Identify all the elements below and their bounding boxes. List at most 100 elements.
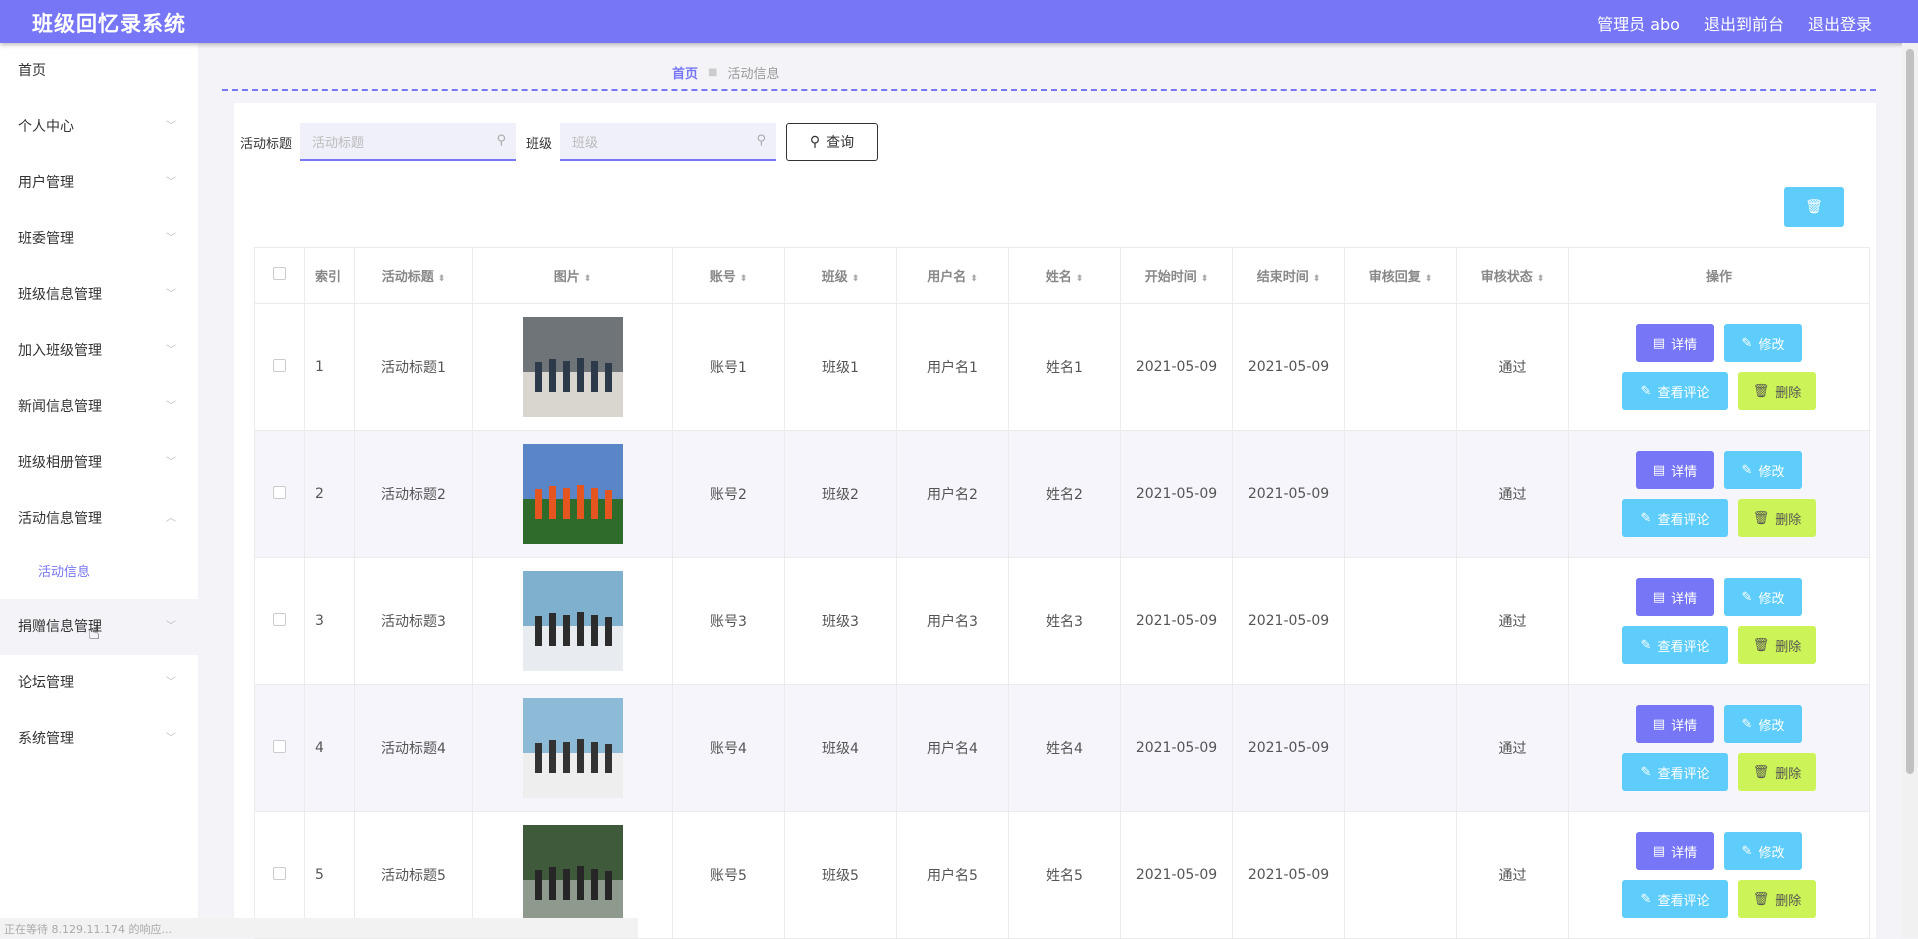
table-row: 4 活动标题4 账号4 班级4 用户名4 姓名4 2021-05-09 2021…	[254, 684, 1870, 812]
document-icon: ▤	[1652, 716, 1666, 732]
activity-photo[interactable]	[522, 825, 623, 925]
pencil-icon: ✎	[1741, 716, 1753, 732]
sidebar-item-activity[interactable]: 活动信息管理 ︿	[0, 491, 198, 547]
column-header-username[interactable]: 用户名 ⬍	[896, 247, 1009, 304]
batch-delete-button[interactable]: 🗑	[1784, 187, 1844, 227]
delete-button[interactable]: 🗑 删除	[1738, 372, 1816, 410]
sidebar-item-committee[interactable]: 班委管理 ﹀	[0, 211, 198, 267]
row-select-cell[interactable]	[254, 684, 305, 812]
document-icon: ▤	[1652, 335, 1666, 351]
activity-photo[interactable]	[522, 571, 623, 671]
edit-button[interactable]: ✎ 修改	[1724, 705, 1802, 743]
cell-index: 1	[304, 303, 355, 431]
sort-icon[interactable]: ⬍	[1425, 274, 1433, 284]
view-comments-button[interactable]: ✎ 查看评论	[1622, 499, 1728, 537]
detail-button[interactable]: ▤ 详情	[1636, 451, 1714, 489]
detail-button[interactable]: ▤ 详情	[1636, 578, 1714, 616]
view-comments-button[interactable]: ✎ 查看评论	[1622, 372, 1728, 410]
detail-button[interactable]: ▤ 详情	[1636, 705, 1714, 743]
sort-icon[interactable]: ⬍	[438, 274, 446, 284]
cell-actions: ▤ 详情 ✎ 修改 ✎ 查看评论 🗑 删除	[1568, 303, 1870, 431]
class-search-placeholder: 班级	[572, 135, 599, 151]
column-header-name[interactable]: 姓名 ⬍	[1008, 247, 1121, 304]
detail-button[interactable]: ▤ 详情	[1636, 832, 1714, 870]
sidebar-item-personal-center[interactable]: 个人中心 ﹀	[0, 99, 198, 155]
sidebar-item-users[interactable]: 用户管理 ﹀	[0, 155, 198, 211]
sidebar-item-join-class[interactable]: 加入班级管理 ﹀	[0, 323, 198, 379]
sort-icon[interactable]: ⬍	[740, 274, 748, 284]
sidebar-item-album[interactable]: 班级相册管理 ﹀	[0, 435, 198, 491]
sidebar-item-news[interactable]: 新闻信息管理 ﹀	[0, 379, 198, 435]
column-header-reply[interactable]: 审核回复 ⬍	[1344, 247, 1457, 304]
edit-button[interactable]: ✎ 修改	[1724, 832, 1802, 870]
breadcrumb-current: 活动信息	[727, 67, 780, 82]
column-header-status[interactable]: 审核状态 ⬍	[1456, 247, 1569, 304]
sort-icon[interactable]: ⬍	[1313, 274, 1321, 284]
sidebar-subitem-activity-info[interactable]: 活动信息	[0, 547, 198, 599]
cell-review-reply	[1344, 303, 1457, 431]
column-header-start[interactable]: 开始时间 ⬍	[1120, 247, 1233, 304]
row-checkbox[interactable]	[273, 612, 286, 626]
sidebar-item-system[interactable]: 系统管理 ﹀	[0, 711, 198, 767]
row-checkbox[interactable]	[273, 739, 286, 753]
sort-icon[interactable]: ⬍	[852, 274, 860, 284]
page-scrollbar[interactable]	[1902, 43, 1918, 938]
view-comments-button[interactable]: ✎ 查看评论	[1622, 880, 1728, 918]
sort-icon[interactable]: ⬍	[970, 274, 978, 284]
column-header-image[interactable]: 图片 ⬍	[472, 247, 673, 304]
cell-title: 活动标题1	[354, 303, 473, 431]
breadcrumb-home[interactable]: 首页	[672, 63, 698, 82]
sidebar-item-label: 活动信息管理	[18, 511, 102, 527]
activity-photo[interactable]	[522, 444, 623, 544]
delete-button[interactable]: 🗑 删除	[1738, 880, 1816, 918]
chevron-up-icon: ︿	[166, 513, 176, 524]
view-comments-button[interactable]: ✎ 查看评论	[1622, 753, 1728, 791]
column-header-title[interactable]: 活动标题 ⬍	[354, 247, 473, 304]
cell-review-reply	[1344, 430, 1457, 558]
sidebar-item-forum[interactable]: 论坛管理 ﹀	[0, 655, 198, 711]
cell-review-reply	[1344, 811, 1457, 939]
delete-button[interactable]: 🗑 删除	[1738, 753, 1816, 791]
document-icon: ▤	[1652, 589, 1666, 605]
view-comments-button[interactable]: ✎ 查看评论	[1622, 626, 1728, 664]
sort-icon[interactable]: ⬍	[1537, 274, 1545, 284]
row-checkbox[interactable]	[273, 866, 286, 880]
row-select-cell[interactable]	[254, 557, 305, 685]
trash-icon: 🗑	[1752, 637, 1770, 653]
sort-icon[interactable]: ⬍	[584, 274, 592, 284]
trash-icon: 🗑	[1752, 510, 1770, 526]
breadcrumb-separator-icon: ■	[708, 67, 718, 78]
delete-button[interactable]: 🗑 删除	[1738, 626, 1816, 664]
column-header-end[interactable]: 结束时间 ⬍	[1232, 247, 1345, 304]
column-header-class[interactable]: 班级 ⬍	[784, 247, 897, 304]
edit-button[interactable]: ✎ 修改	[1724, 451, 1802, 489]
cell-title: 活动标题2	[354, 430, 473, 558]
query-button[interactable]: ⚲ 查询	[786, 123, 879, 161]
cell-end-time: 2021-05-09	[1232, 684, 1345, 812]
detail-button[interactable]: ▤ 详情	[1636, 324, 1714, 362]
logout-link[interactable]: 退出登录	[1808, 11, 1872, 35]
cell-image	[472, 557, 673, 685]
edit-button[interactable]: ✎ 修改	[1724, 324, 1802, 362]
back-to-front-link[interactable]: 退出到前台	[1704, 11, 1784, 35]
select-all-checkbox[interactable]	[273, 267, 286, 280]
delete-button[interactable]: 🗑 删除	[1738, 499, 1816, 537]
edit-button[interactable]: ✎ 修改	[1724, 578, 1802, 616]
app-title: 班级回忆录系统	[32, 12, 186, 36]
sort-icon[interactable]: ⬍	[1076, 274, 1084, 284]
title-search-input[interactable]: 活动标题 ⚲	[300, 123, 517, 161]
activity-photo[interactable]	[522, 317, 623, 417]
scrollbar-thumb[interactable]	[1906, 49, 1914, 774]
row-checkbox[interactable]	[273, 485, 286, 499]
class-search-input[interactable]: 班级 ⚲	[560, 123, 777, 161]
row-select-cell[interactable]	[254, 430, 305, 558]
sort-icon[interactable]: ⬍	[1201, 274, 1209, 284]
sidebar-item-home[interactable]: 首页	[0, 43, 198, 99]
row-select-cell[interactable]	[254, 303, 305, 431]
column-header-account[interactable]: 账号 ⬍	[672, 247, 785, 304]
row-checkbox[interactable]	[273, 358, 286, 372]
sidebar-item-class-info[interactable]: 班级信息管理 ﹀	[0, 267, 198, 323]
cell-account: 账号4	[672, 684, 785, 812]
select-all-header[interactable]	[254, 247, 305, 304]
activity-photo[interactable]	[522, 698, 623, 798]
